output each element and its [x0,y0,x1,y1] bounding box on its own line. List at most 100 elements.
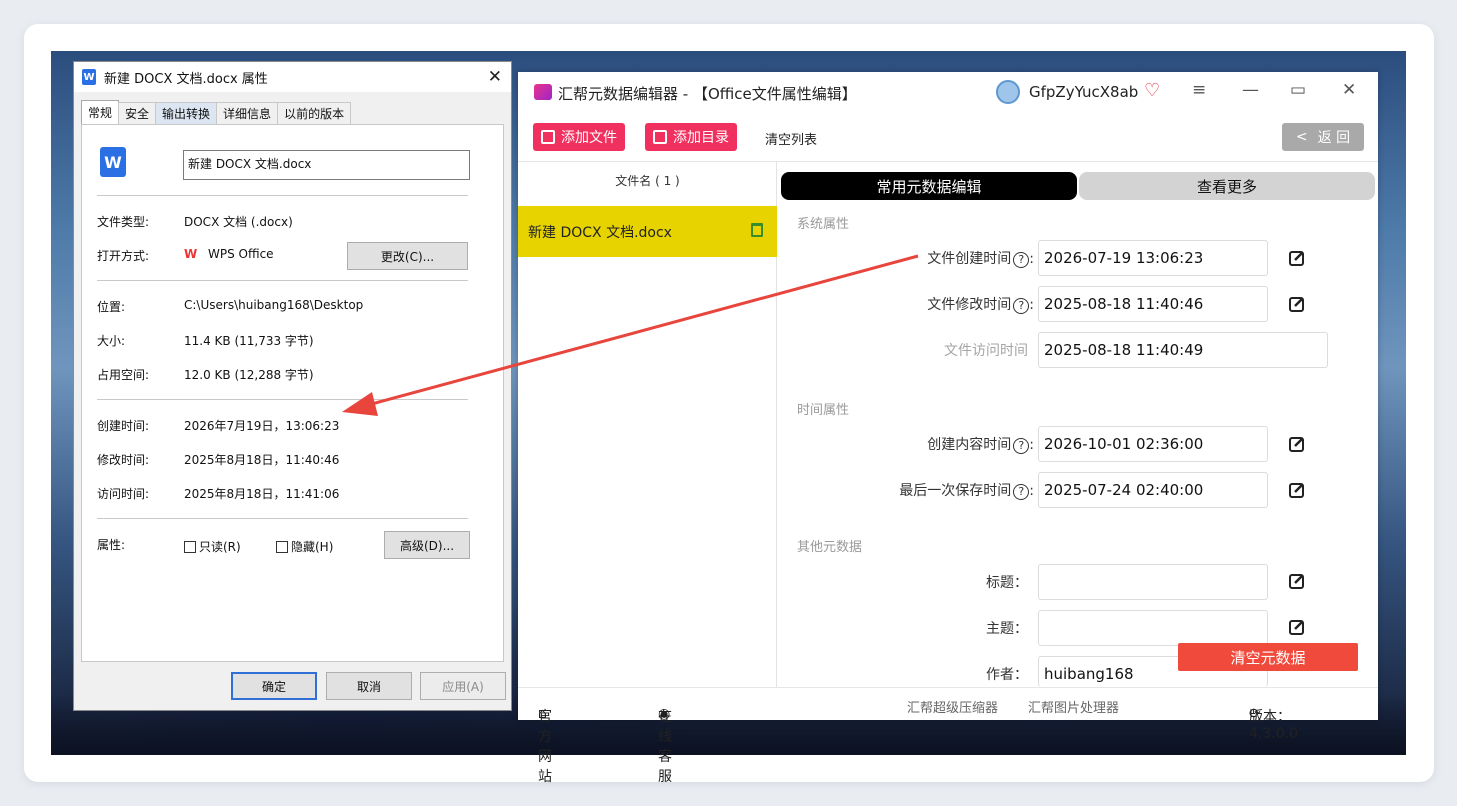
add-file-button[interactable]: 添加文件 [533,123,625,151]
dialog-titlebar: W 新建 DOCX 文档.docx 属性 [74,62,511,92]
hidden-checkbox[interactable]: 隐藏(H) [276,538,333,555]
modify-time-field[interactable]: 2025-08-18 11:40:46 [1038,286,1268,322]
metadata-editor-window: 汇帮元数据编辑器 - 【Office文件属性编辑】 GfpZyYucX8ab ♡… [518,72,1378,785]
edit-icon[interactable] [1288,572,1306,590]
add-file-label: 添加文件 [561,130,617,146]
username[interactable]: GfpZyYucX8ab [1029,83,1138,101]
word-file-icon: W [100,147,126,177]
location-label: 位置: [97,300,126,314]
change-button[interactable]: 更改(C)... [347,242,468,270]
access-time-field: 2025-08-18 11:40:49 [1038,332,1328,368]
last-save-label: 最后一次保存时间?: [899,483,1034,500]
file-type-value: DOCX 文档 (.docx) [184,215,293,229]
last-save-field[interactable]: 2025-07-24 02:40:00 [1038,472,1268,508]
accessed-value: 2025年8月18日，11:41:06 [184,487,340,501]
tab-general[interactable]: 常规 [81,100,120,124]
clear-metadata-button[interactable]: 清空元数据 [1178,643,1358,671]
advanced-button[interactable]: 高级(D)... [384,531,470,559]
website-label: 官方网站 [538,709,552,785]
properties-dialog: W 新建 DOCX 文档.docx 属性 ✕ 常规 安全 输出转换 详细信息 以… [73,61,512,711]
tab-security[interactable]: 安全 [118,102,157,124]
checkbox-icon [184,541,196,553]
help-icon[interactable]: ? [1013,438,1030,454]
dialog-tabs: 常规 安全 输出转换 详细信息 以前的版本 [81,100,352,124]
vip-heart-icon: ♡ [1144,80,1161,101]
image-tool-link[interactable]: 汇帮图片处理器 [1028,697,1119,716]
edit-icon[interactable] [1288,295,1306,313]
ok-button[interactable]: 确定 [231,672,317,700]
app-logo-icon [534,84,552,100]
avatar[interactable] [996,80,1020,104]
wps-icon: W [184,247,198,261]
subject-label: 主题： [986,621,1028,637]
clear-list-button[interactable]: 清空列表 [765,129,817,148]
help-icon[interactable]: ? [1013,298,1030,314]
access-time-label: 文件访问时间 [944,343,1028,359]
open-with-label: 打开方式: [97,249,150,263]
maximize-icon[interactable]: ▭ [1290,80,1306,100]
title-field[interactable] [1038,564,1268,600]
section-other: 其他元数据 [797,540,863,555]
create-time-text: 文件创建时间 [927,251,1012,267]
add-folder-label: 添加目录 [673,130,729,146]
created-label: 创建时间: [97,419,150,433]
add-folder-button[interactable]: 添加目录 [645,123,737,151]
minimize-icon[interactable]: — [1242,80,1259,100]
file-type-label: 文件类型: [97,215,150,229]
file-name-field[interactable]: 新建 DOCX 文档.docx [183,150,470,180]
tab-previous-versions[interactable]: 以前的版本 [277,102,352,124]
file-name: 新建 DOCX 文档.docx [528,224,672,241]
help-icon[interactable]: ? [1013,484,1030,500]
list-item[interactable]: 新建 DOCX 文档.docx [518,206,777,257]
open-with-app: WPS Office [208,247,274,261]
content-create-text: 创建内容时间 [927,437,1012,453]
disk-size-label: 占用空间: [97,368,150,382]
modified-label: 修改时间: [97,453,150,467]
app-title: 汇帮元数据编辑器 - 【Office文件属性编辑】 [558,85,857,103]
last-save-text: 最后一次保存时间 [899,483,1012,499]
divider [97,195,468,196]
hidden-label: 隐藏(H) [291,540,334,554]
support-label: 在线客服 [658,709,672,785]
content-create-label: 创建内容时间?: [927,437,1034,454]
edit-icon[interactable] [1288,249,1306,267]
dialog-title: 新建 DOCX 文档.docx 属性 [104,71,268,87]
tab-output-convert[interactable]: 输出转换 [155,102,218,124]
checkbox-icon [276,541,288,553]
help-icon[interactable]: ? [1013,252,1030,268]
author-label: 作者： [986,667,1028,683]
content-create-field[interactable]: 2026-10-01 02:36:00 [1038,426,1268,462]
edit-icon[interactable] [1288,435,1306,453]
tab-common-metadata[interactable]: 常用元数据编辑 [781,172,1077,200]
apply-button[interactable]: 应用(A) [420,672,506,700]
close-icon[interactable]: ✕ [1342,80,1356,100]
chevron-left-icon: < [1295,129,1308,145]
modify-time-label: 文件修改时间?: [927,297,1034,314]
create-time-field[interactable]: 2026-07-19 13:06:23 [1038,240,1268,276]
readonly-label: 只读(R) [199,540,241,554]
version-label: 版本：4.3.0.0 [1249,709,1298,742]
general-panel: W 新建 DOCX 文档.docx 文件类型: DOCX 文档 (.docx) … [81,124,504,662]
size-value: 11.4 KB (11,733 字节) [184,334,314,348]
menu-icon[interactable]: ≡ [1192,80,1206,100]
subject-field[interactable] [1038,610,1268,646]
edit-icon[interactable] [1288,618,1306,636]
cancel-button[interactable]: 取消 [326,672,412,700]
back-button[interactable]: < 返 回 [1282,123,1364,151]
disk-size-value: 12.0 KB (12,288 字节) [184,368,314,382]
modified-value: 2025年8月18日，11:40:46 [184,453,340,467]
divider [97,518,468,519]
folder-add-icon [653,130,667,144]
readonly-checkbox[interactable]: 只读(R) [184,538,241,555]
compressor-link[interactable]: 汇帮超级压缩器 [907,697,998,716]
close-icon[interactable]: ✕ [488,67,502,87]
file-add-icon [541,130,555,144]
tab-view-more[interactable]: 查看更多 [1079,172,1375,200]
location-value: C:\Users\huibang168\Desktop [184,298,364,312]
trash-icon[interactable] [751,223,763,237]
file-list-panel: 文件名 ( 1 ) 新建 DOCX 文档.docx [518,162,777,687]
edit-icon[interactable] [1288,481,1306,499]
modify-time-text: 文件修改时间 [927,297,1012,313]
tab-details[interactable]: 详细信息 [216,102,279,124]
divider [97,280,468,281]
